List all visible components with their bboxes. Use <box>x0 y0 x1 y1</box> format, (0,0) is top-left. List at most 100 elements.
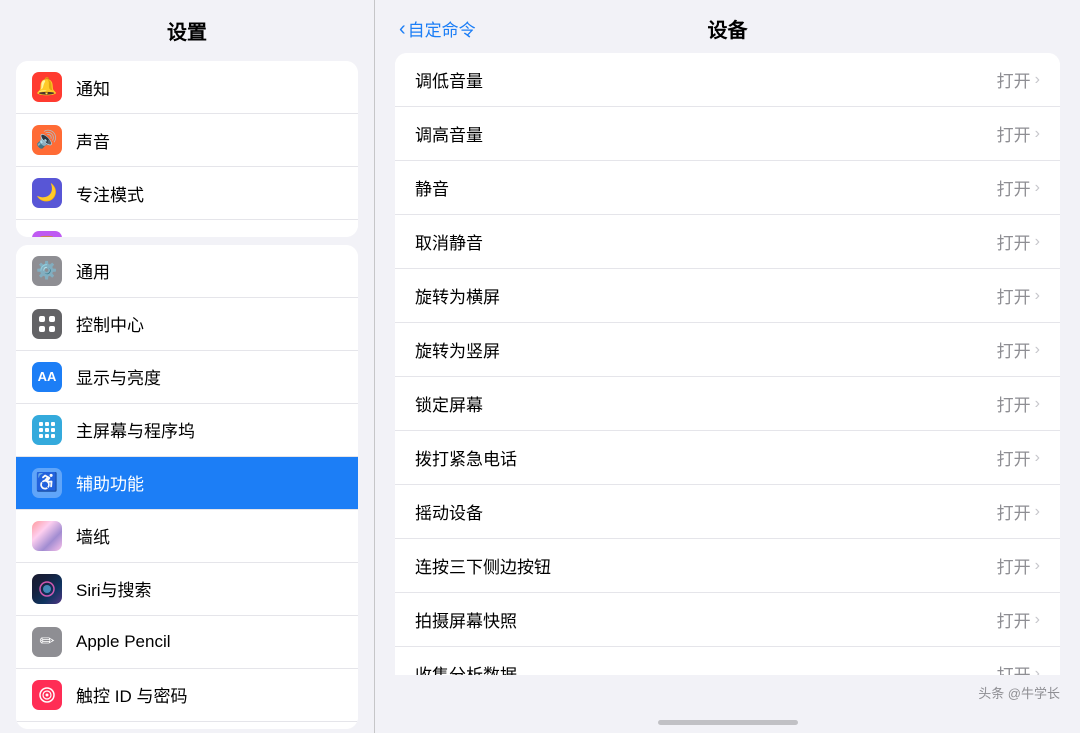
touchid-label: 触控 ID 与密码 <box>76 682 187 707</box>
controlcenter-label: 控制中心 <box>76 311 144 336</box>
settings-group-device: 调低音量 打开 › 调高音量 打开 › 静音 打开 <box>395 53 1060 675</box>
screentime-label: 屏幕使用时间 <box>76 234 178 237</box>
sidebar-item-applepencil[interactable]: ✏ Apple Pencil <box>16 616 358 669</box>
unmute-chevron: › <box>1035 233 1040 251</box>
sidebar-item-sounds[interactable]: 🔊 声音 <box>16 114 358 167</box>
screenshot-right: 打开 › <box>997 607 1040 632</box>
row-unmute[interactable]: 取消静音 打开 › <box>395 215 1060 269</box>
emergency-value: 打开 <box>997 445 1031 470</box>
sidebar-item-controlcenter[interactable]: 控制中心 <box>16 298 358 351</box>
vol-up-value: 打开 <box>997 121 1031 146</box>
lockscreen-right: 打开 › <box>997 391 1040 416</box>
emergency-right: 打开 › <box>997 445 1040 470</box>
analytics-value: 打开 <box>997 661 1031 675</box>
shake-chevron: › <box>1035 503 1040 521</box>
sidebar-item-homescreen[interactable]: 主屏幕与程序坞 <box>16 404 358 457</box>
portrait-chevron: › <box>1035 341 1040 359</box>
sidebar-group-2: ⚙️ 通用 控制中心 AA 显示与亮度 <box>16 245 358 729</box>
controlcenter-icon <box>32 309 62 339</box>
vol-up-label: 调高音量 <box>415 121 483 146</box>
general-icon: ⚙️ <box>32 256 62 286</box>
lockscreen-value: 打开 <box>997 391 1031 416</box>
sidebar-item-notifications[interactable]: 🔔 通知 <box>16 61 358 114</box>
main-content: 调低音量 打开 › 调高音量 打开 › 静音 打开 <box>375 53 1080 675</box>
sidebar-item-siri[interactable]: Siri与搜索 <box>16 563 358 616</box>
row-vol-down[interactable]: 调低音量 打开 › <box>395 53 1060 107</box>
screenshot-label: 拍摄屏幕快照 <box>415 607 517 632</box>
sidebar-item-display[interactable]: AA 显示与亮度 <box>16 351 358 404</box>
unmute-label: 取消静音 <box>415 229 483 254</box>
landscape-chevron: › <box>1035 287 1040 305</box>
row-screenshot[interactable]: 拍摄屏幕快照 打开 › <box>395 593 1060 647</box>
row-tripleside[interactable]: 连按三下侧边按钮 打开 › <box>395 539 1060 593</box>
focus-label: 专注模式 <box>76 181 144 206</box>
main-header: ‹ 自定命令 设备 <box>375 0 1080 53</box>
row-mute[interactable]: 静音 打开 › <box>395 161 1060 215</box>
sidebar-item-general[interactable]: ⚙️ 通用 <box>16 245 358 298</box>
landscape-value: 打开 <box>997 283 1031 308</box>
applepencil-icon: ✏ <box>32 627 62 657</box>
portrait-value: 打开 <box>997 337 1031 362</box>
accessibility-label: 辅助功能 <box>76 470 144 495</box>
screenshot-chevron: › <box>1035 611 1040 629</box>
portrait-right: 打开 › <box>997 337 1040 362</box>
siri-label: Siri与搜索 <box>76 576 152 601</box>
sounds-icon: 🔊 <box>32 125 62 155</box>
sidebar-item-screentime[interactable]: ⏳ 屏幕使用时间 <box>16 220 358 237</box>
tripleside-label: 连按三下侧边按钮 <box>415 553 551 578</box>
display-label: 显示与亮度 <box>76 364 161 389</box>
analytics-label: 收集分析数据 <box>415 661 517 675</box>
row-analytics[interactable]: 收集分析数据 打开 › <box>395 647 1060 675</box>
sounds-label: 声音 <box>76 128 110 153</box>
row-lockscreen[interactable]: 锁定屏幕 打开 › <box>395 377 1060 431</box>
vol-up-chevron: › <box>1035 125 1040 143</box>
main-title: 设备 <box>708 14 748 43</box>
screentime-icon: ⏳ <box>32 231 62 237</box>
sidebar-item-wallpaper[interactable]: 墙纸 <box>16 510 358 563</box>
main-panel: ‹ 自定命令 设备 调低音量 打开 › 调高音量 打开 › <box>375 0 1080 733</box>
general-label: 通用 <box>76 258 110 283</box>
vol-down-chevron: › <box>1035 71 1040 89</box>
siri-icon <box>32 574 62 604</box>
sidebar-item-accessibility[interactable]: ♿ 辅助功能 <box>16 457 358 510</box>
sidebar-item-battery[interactable]: 电池 <box>16 722 358 729</box>
home-indicator <box>375 714 1080 733</box>
row-vol-up[interactable]: 调高音量 打开 › <box>395 107 1060 161</box>
unmute-right: 打开 › <box>997 229 1040 254</box>
emergency-label: 拨打紧急电话 <box>415 445 517 470</box>
row-emergency[interactable]: 拨打紧急电话 打开 › <box>395 431 1060 485</box>
analytics-chevron: › <box>1035 665 1040 676</box>
tripleside-right: 打开 › <box>997 553 1040 578</box>
touchid-icon <box>32 680 62 710</box>
screenshot-value: 打开 <box>997 607 1031 632</box>
shake-value: 打开 <box>997 499 1031 524</box>
watermark: 头条 @牛学长 <box>375 675 1080 714</box>
mute-label: 静音 <box>415 175 449 200</box>
sidebar-group-1: 🔔 通知 🔊 声音 🌙 专注模式 ⏳ 屏幕使用时间 <box>16 61 358 237</box>
lockscreen-chevron: › <box>1035 395 1040 413</box>
sidebar-title: 设置 <box>0 0 374 57</box>
tripleside-value: 打开 <box>997 553 1031 578</box>
shake-right: 打开 › <box>997 499 1040 524</box>
homescreen-label: 主屏幕与程序坞 <box>76 417 195 442</box>
portrait-label: 旋转为竖屏 <box>415 337 500 362</box>
accessibility-icon: ♿ <box>32 468 62 498</box>
back-chevron-icon: ‹ <box>399 19 406 39</box>
focus-icon: 🌙 <box>32 178 62 208</box>
notifications-label: 通知 <box>76 75 110 100</box>
sidebar-item-touchid[interactable]: 触控 ID 与密码 <box>16 669 358 722</box>
notifications-icon: 🔔 <box>32 72 62 102</box>
back-label: 自定命令 <box>408 16 476 41</box>
mute-right: 打开 › <box>997 175 1040 200</box>
tripleside-chevron: › <box>1035 557 1040 575</box>
lockscreen-label: 锁定屏幕 <box>415 391 483 416</box>
row-landscape[interactable]: 旋转为横屏 打开 › <box>395 269 1060 323</box>
applepencil-label: Apple Pencil <box>76 632 171 652</box>
row-portrait[interactable]: 旋转为竖屏 打开 › <box>395 323 1060 377</box>
sidebar-item-focus[interactable]: 🌙 专注模式 <box>16 167 358 220</box>
row-shake[interactable]: 摇动设备 打开 › <box>395 485 1060 539</box>
back-button[interactable]: ‹ 自定命令 <box>399 16 476 41</box>
vol-down-label: 调低音量 <box>415 67 483 92</box>
analytics-right: 打开 › <box>997 661 1040 675</box>
vol-up-right: 打开 › <box>997 121 1040 146</box>
